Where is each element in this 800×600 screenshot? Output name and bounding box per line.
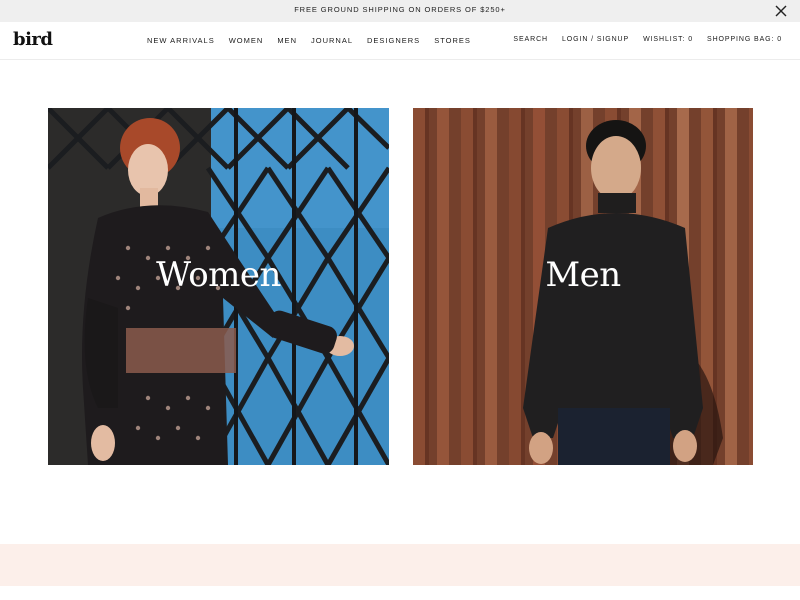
close-icon[interactable] (774, 4, 788, 18)
men-category-tile[interactable]: Men (413, 108, 753, 465)
wishlist-link[interactable]: WISHLIST: 0 (643, 36, 693, 43)
utility-nav: SEARCH LOGIN / SIGNUP WISHLIST: 0 SHOPPI… (499, 36, 782, 43)
main-nav: NEW ARRIVALS WOMEN MEN JOURNAL DESIGNERS… (147, 36, 485, 45)
nav-stores[interactable]: STORES (434, 36, 471, 45)
site-header: bird NEW ARRIVALS WOMEN MEN JOURNAL DESI… (0, 22, 800, 60)
footer-band (0, 544, 800, 586)
nav-men[interactable]: MEN (277, 36, 297, 45)
women-tile-label: Women (156, 255, 281, 295)
shopping-bag-link[interactable]: SHOPPING BAG: 0 (707, 36, 782, 43)
logo[interactable]: bird (13, 29, 53, 50)
promo-banner: FREE GROUND SHIPPING ON ORDERS OF $250+ (0, 0, 800, 22)
search-link[interactable]: SEARCH (513, 36, 548, 43)
nav-new-arrivals[interactable]: NEW ARRIVALS (147, 36, 215, 45)
women-category-tile[interactable]: Women (48, 108, 389, 465)
nav-designers[interactable]: DESIGNERS (367, 36, 420, 45)
nav-journal[interactable]: JOURNAL (311, 36, 353, 45)
promo-text: FREE GROUND SHIPPING ON ORDERS OF $250+ (294, 5, 506, 14)
nav-women[interactable]: WOMEN (229, 36, 264, 45)
login-signup-link[interactable]: LOGIN / SIGNUP (562, 36, 629, 43)
men-tile-label: Men (545, 255, 621, 295)
